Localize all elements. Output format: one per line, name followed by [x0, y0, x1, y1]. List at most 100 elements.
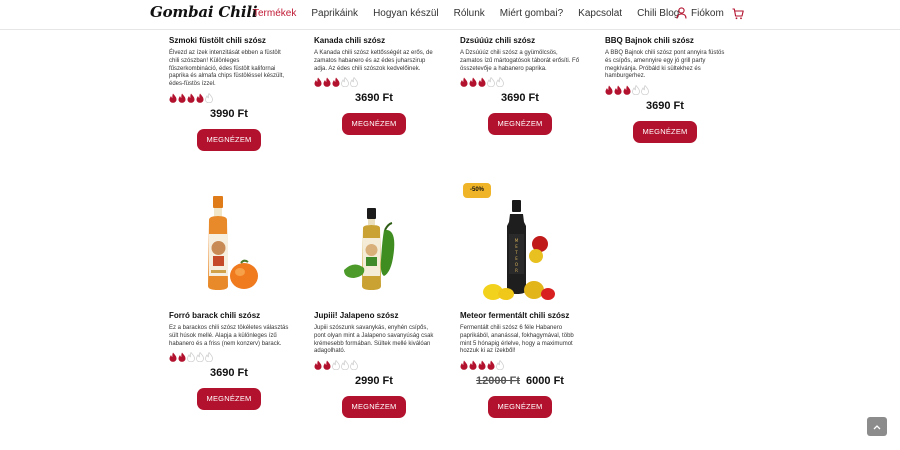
product-card: BBQ Bajnok chili szósz A BBQ Bajnok chil… — [605, 36, 725, 144]
chili-filled-icon — [178, 352, 186, 363]
product-title[interactable]: Kanada chili szósz — [314, 36, 434, 45]
product-title[interactable]: BBQ Bajnok chili szósz — [605, 36, 725, 45]
product-title[interactable]: Jupiii! Jalapeno szósz — [314, 311, 434, 320]
product-description: A Dzsúúúz chili szósz a gyümölcsös, zama… — [460, 50, 580, 72]
product-price: 3690 Ft — [501, 92, 539, 105]
product-price: 6000 Ft — [526, 375, 564, 388]
svg-text:O: O — [515, 262, 518, 267]
chili-filled-icon — [460, 77, 468, 88]
chili-filled-icon — [178, 93, 186, 103]
product-card: Jupiii! Jalapeno szósz Jupiii szószunk s… — [314, 311, 434, 419]
product-card: Dzsúúúz chili szósz A Dzsúúúz chili szós… — [460, 36, 580, 136]
nav-item-hogyan-keszul[interactable]: Hogyan készül — [373, 8, 439, 19]
svg-text:M: M — [515, 238, 519, 243]
view-product-button[interactable]: MEGNÉZEM — [342, 113, 406, 136]
chili-filled-icon — [314, 360, 322, 370]
product-card: Forró barack chili szósz Ez a barackos c… — [169, 311, 289, 411]
chili-filled-icon — [605, 85, 613, 95]
nav-item-rolunk[interactable]: Rólunk — [454, 8, 485, 19]
sauce-bottle-image — [344, 208, 395, 290]
chili-empty-icon — [496, 77, 504, 88]
view-product-button[interactable]: MEGNÉZEM — [633, 121, 697, 144]
cart-icon — [732, 8, 744, 20]
view-product-button[interactable]: MEGNÉZEM — [197, 388, 261, 411]
chili-filled-icon — [469, 77, 477, 88]
heat-rating — [314, 360, 434, 371]
chili-filled-icon — [196, 93, 204, 103]
chili-filled-icon — [314, 77, 322, 88]
product-price-row: 3690 Ft — [169, 367, 289, 379]
product-price-row: 3990 Ft — [169, 108, 289, 120]
chili-filled-icon — [323, 77, 331, 88]
chili-empty-icon — [196, 352, 204, 363]
chili-empty-icon — [205, 92, 213, 103]
product-image-forro-barack[interactable] — [169, 190, 289, 300]
site-header: Gombai Chili Termékek Paprikáink Hogyan … — [0, 0, 900, 30]
product-card: Szmoki füstölt chili szósz Élvezd az íze… — [169, 36, 289, 151]
chili-empty-icon — [641, 85, 649, 96]
product-title[interactable]: Meteor fermentált chili szósz — [460, 311, 580, 320]
heat-rating — [460, 360, 580, 371]
nav-item-termekek[interactable]: Termékek — [253, 8, 296, 19]
product-price-row: 12000 Ft 6000 Ft — [460, 375, 580, 387]
discount-badge: -50% — [463, 183, 491, 198]
product-title[interactable]: Szmoki füstölt chili szósz — [169, 36, 289, 45]
main-nav: Termékek Paprikáink Hogyan készül Rólunk… — [253, 8, 694, 19]
chili-empty-icon — [487, 77, 495, 88]
product-price-row: 3690 Ft — [314, 92, 434, 104]
view-product-button[interactable]: MEGNÉZEM — [342, 396, 406, 419]
heat-rating — [169, 92, 289, 103]
nav-item-paprikaink[interactable]: Paprikáink — [311, 8, 358, 19]
chili-filled-icon — [487, 360, 495, 370]
heat-rating — [169, 352, 289, 363]
product-description: A BBQ Bajnok chili szósz pont annyira fü… — [605, 50, 725, 80]
product-card: Meteor fermentált chili szósz Fermentált… — [460, 311, 580, 419]
svg-text:T: T — [514, 250, 518, 255]
chili-filled-icon — [323, 360, 331, 370]
nav-item-kapcsolat[interactable]: Kapcsolat — [578, 8, 622, 19]
chevron-up-icon — [873, 424, 881, 429]
product-image-jupiii-jalapeno[interactable] — [314, 190, 434, 300]
product-image-meteor[interactable]: M E T E O R — [460, 190, 580, 300]
site-logo[interactable]: Gombai Chili — [150, 3, 258, 21]
chili-empty-icon — [496, 360, 504, 371]
product-title[interactable]: Dzsúúúz chili szósz — [460, 36, 580, 45]
chili-filled-icon — [187, 93, 195, 103]
product-price-row: 3690 Ft — [460, 92, 580, 104]
product-card: Kanada chili szósz A Kanada chili szósz … — [314, 36, 434, 136]
account-link[interactable]: Fiókom — [676, 7, 724, 19]
heat-rating — [605, 85, 725, 96]
product-price: 3690 Ft — [210, 367, 248, 380]
user-icon — [676, 7, 687, 19]
svg-text:R: R — [515, 268, 518, 273]
chili-filled-icon — [614, 85, 622, 95]
product-price: 2990 Ft — [355, 375, 393, 388]
old-price: 12000 Ft — [476, 375, 521, 388]
heat-rating — [314, 77, 434, 88]
chili-empty-icon — [632, 85, 640, 96]
cart-button[interactable] — [732, 7, 744, 25]
product-price-row: 2990 Ft — [314, 375, 434, 387]
view-product-button[interactable]: MEGNÉZEM — [488, 396, 552, 419]
product-price: 3990 Ft — [210, 107, 248, 120]
chili-filled-icon — [169, 93, 177, 103]
chili-empty-icon — [187, 352, 195, 363]
heat-rating — [460, 77, 580, 88]
scroll-to-top-button[interactable] — [867, 417, 887, 436]
product-price: 3690 Ft — [646, 100, 684, 113]
chili-filled-icon — [169, 352, 177, 363]
chili-filled-icon — [478, 77, 486, 88]
product-title[interactable]: Forró barack chili szósz — [169, 311, 289, 320]
chili-filled-icon — [478, 360, 486, 370]
view-product-button[interactable]: MEGNÉZEM — [488, 113, 552, 136]
nav-item-miert-gombai[interactable]: Miért gombai? — [500, 8, 563, 19]
view-product-button[interactable]: MEGNÉZEM — [197, 128, 261, 151]
product-price: 3690 Ft — [355, 92, 393, 105]
product-description: Jupiii szószunk savanykás, enyhén csípős… — [314, 325, 434, 355]
account-label: Fiókom — [691, 7, 724, 19]
sauce-bottle-image: M E T E O R — [483, 200, 555, 300]
chili-empty-icon — [341, 77, 349, 88]
nav-item-chili-blog[interactable]: Chili Blog — [637, 8, 679, 19]
chili-empty-icon — [350, 77, 358, 88]
product-description: Élvezd az ízek intenzitását ebben a füst… — [169, 50, 285, 88]
